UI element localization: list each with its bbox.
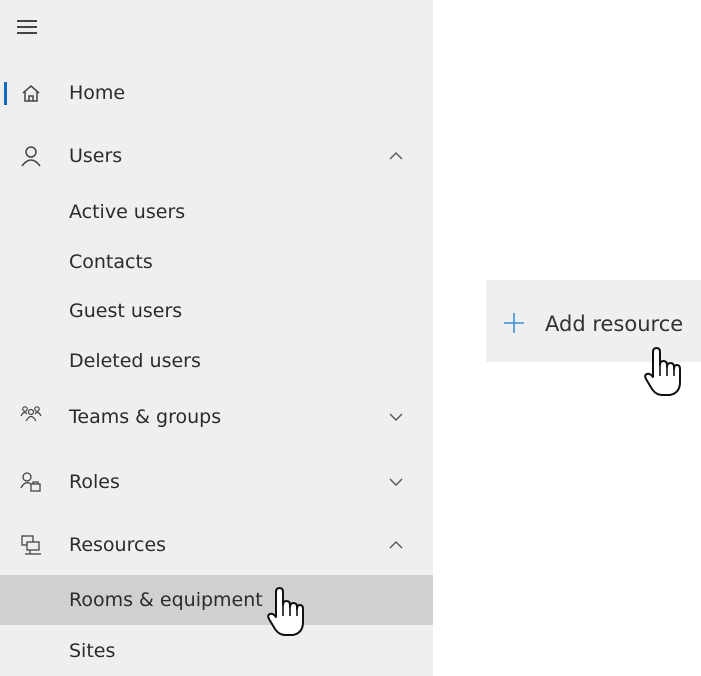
sidebar-subitem-label: Sites xyxy=(69,640,116,662)
hamburger-menu-button[interactable] xyxy=(17,17,39,37)
sidebar-nav: Home Users Active users Contacts Guest u… xyxy=(0,0,433,676)
sidebar-subitem-label: Contacts xyxy=(69,251,153,273)
sidebar-subitem-label: Active users xyxy=(69,201,186,223)
sidebar-item-resources[interactable]: Resources xyxy=(0,520,433,570)
home-icon xyxy=(22,85,40,102)
sidebar-item-label: Users xyxy=(69,145,123,167)
sidebar-subitem-guest-users[interactable]: Guest users xyxy=(0,286,433,336)
sidebar-item-label: Resources xyxy=(69,534,167,556)
sidebar-item-teams-groups[interactable]: Teams & groups xyxy=(0,392,433,442)
sidebar-subitem-label: Guest users xyxy=(69,300,183,322)
hand-pointer-cursor xyxy=(267,587,304,636)
resources-icon xyxy=(21,535,41,555)
sidebar-item-roles[interactable]: Roles xyxy=(0,457,433,507)
hand-pointer-cursor xyxy=(644,347,681,396)
chevron-up-icon[interactable] xyxy=(386,146,406,166)
chevron-down-icon[interactable] xyxy=(386,407,406,427)
roles-icon xyxy=(20,472,41,492)
sidebar-subitem-deleted-users[interactable]: Deleted users xyxy=(0,336,433,386)
plus-icon xyxy=(504,313,524,333)
sidebar-subitem-sites[interactable]: Sites xyxy=(0,626,433,676)
sidebar-item-home[interactable]: Home xyxy=(0,68,433,118)
chevron-down-icon[interactable] xyxy=(386,472,406,492)
sidebar-subitem-active-users[interactable]: Active users xyxy=(0,187,433,237)
sidebar-subitem-rooms-equipment[interactable]: Rooms & equipment xyxy=(0,575,433,625)
person-icon xyxy=(21,146,41,167)
sidebar-subitem-label: Rooms & equipment xyxy=(69,589,263,611)
sidebar-subitem-label: Deleted users xyxy=(69,350,201,372)
sidebar-item-label: Roles xyxy=(69,471,120,493)
sidebar-item-label: Teams & groups xyxy=(69,406,222,428)
sidebar-item-label: Home xyxy=(69,82,126,104)
sidebar-subitem-contacts[interactable]: Contacts xyxy=(0,237,433,287)
teams-icon xyxy=(20,406,42,422)
chevron-up-icon[interactable] xyxy=(386,535,406,555)
sidebar-item-users[interactable]: Users xyxy=(0,131,433,181)
